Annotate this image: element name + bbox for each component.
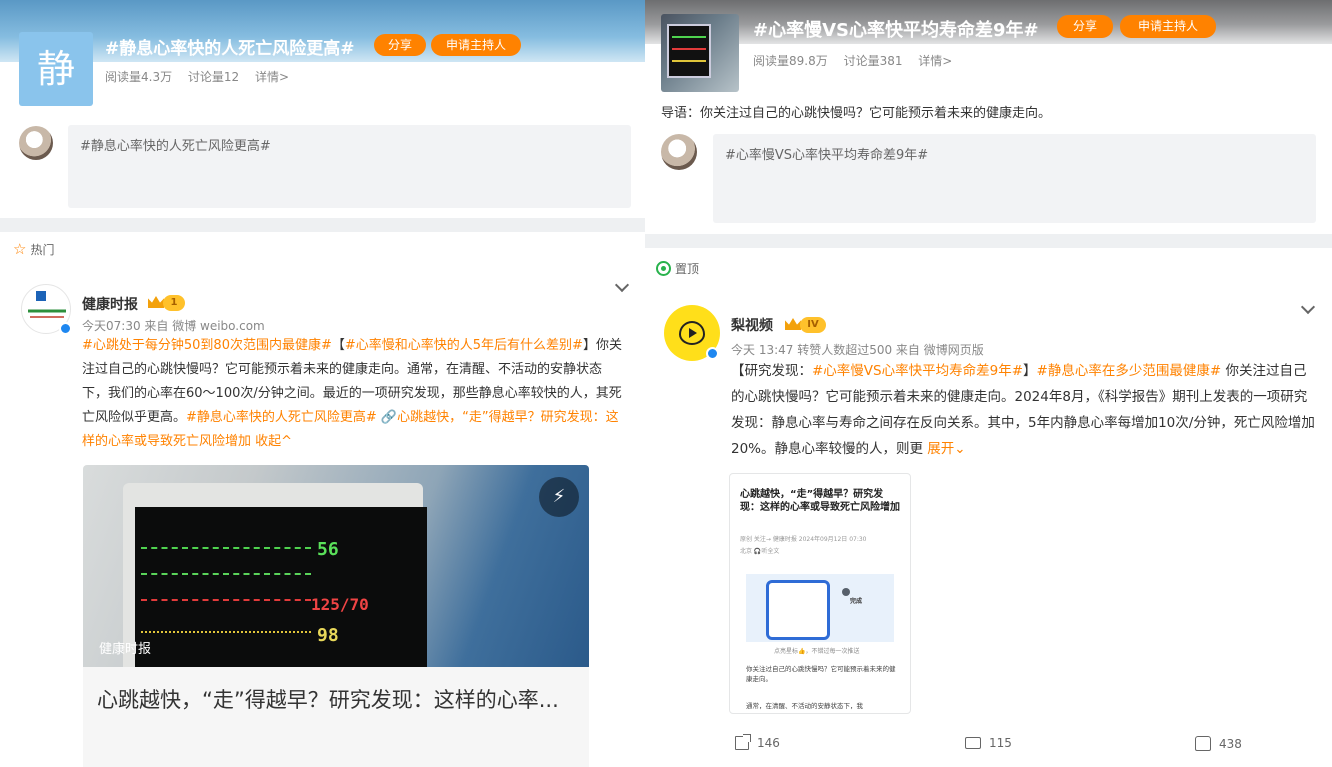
member-level-badge: IV <box>800 317 826 333</box>
chevron-down-icon[interactable] <box>614 277 630 293</box>
apply-host-button[interactable]: 申请主持人 <box>1120 15 1216 38</box>
post-meta: 今天07:30 来自 微博 weibo.com <box>82 319 265 333</box>
left-topic-page: 静 #静息心率快的人死亡风险更高# 分享 申请主持人 阅读量4.3万 讨论量12… <box>0 0 645 767</box>
topic-link[interactable]: #心率慢VS心率快平均寿命差9年# <box>812 363 1023 379</box>
topic-thumbnail: 静 <box>19 32 93 106</box>
discussion-count: 讨论量381 <box>843 54 903 68</box>
crown-icon <box>148 296 164 308</box>
avatar-dot-icon <box>842 588 850 596</box>
article-card[interactable]: 心跳越快，“走”得越早？研究发现：这样的心率或导致死亡风险增加 原创 关注→ 健… <box>729 473 911 714</box>
video-watermark: 健康时报 <box>99 642 152 657</box>
comment-icon <box>965 737 981 749</box>
my-avatar <box>19 126 53 160</box>
article-done-label: 完成 <box>850 598 863 605</box>
article-title: 心跳越快，“走”得越早？研究发现：这样的心率或导致死亡风险增加 <box>740 489 900 513</box>
share-icon <box>735 734 751 750</box>
user-name[interactable]: 梨视频 <box>731 315 773 335</box>
comment-action[interactable]: 115 <box>965 736 1012 750</box>
verified-badge-icon <box>706 347 719 360</box>
topic-link[interactable]: 展开⌄ <box>927 441 965 457</box>
article-location: 北京 🎧听全文 <box>740 548 780 555</box>
ecg-wave <box>141 573 311 575</box>
monitor-screen <box>135 507 427 667</box>
chevron-down-icon[interactable] <box>1300 299 1316 315</box>
post-text-segment: 】 <box>1023 363 1037 379</box>
read-count: 阅读量4.3万 <box>105 70 173 84</box>
video-caption[interactable]: 心跳越快，“走”得越早？研究发现：这样的心率... <box>83 667 589 767</box>
right-topic-page: #心率慢VS心率快平均寿命差9年# 分享 申请主持人 阅读量89.8万 讨论量3… <box>645 0 1332 767</box>
user-name[interactable]: 健康时报 <box>82 294 138 314</box>
share-action[interactable]: 146 <box>735 734 780 750</box>
article-paragraph: 你关注过自己的心跳快慢吗？它可能预示着未来的健康走向。 <box>746 665 896 683</box>
monitor-readout: 56 <box>317 539 339 560</box>
details-link[interactable]: 详情> <box>918 54 952 68</box>
ecg-wave <box>141 547 311 549</box>
monitor-readout: 125/70 <box>311 595 369 614</box>
member-level-badge: 1 <box>163 295 185 311</box>
comment-count: 115 <box>989 736 1012 750</box>
like-icon <box>1195 736 1211 751</box>
lightning-icon[interactable]: ⚡ <box>539 477 579 517</box>
article-image: 完成 <box>746 574 894 642</box>
monitor-screen <box>667 24 711 78</box>
compose-box[interactable]: #静息心率快的人死亡风险更高# <box>68 125 631 208</box>
details-link[interactable]: 详情> <box>255 70 289 84</box>
apply-host-button[interactable]: 申请主持人 <box>431 34 521 56</box>
topic-stats: 阅读量89.8万 讨论量381 详情> <box>753 52 964 69</box>
read-count: 阅读量89.8万 <box>753 54 828 68</box>
pin-icon <box>656 261 671 276</box>
my-avatar <box>661 134 697 170</box>
topic-intro: 导语：你关注过自己的心跳快慢吗？它可能预示着未来的健康走向。 <box>661 106 1052 121</box>
post-text: #心跳处于每分钟50到80次范围内最健康#【#心率慢和心率快的人5年后有什么差别… <box>82 334 627 454</box>
verified-badge-icon <box>59 322 72 335</box>
topic-title: #静息心率快的人死亡风险更高# <box>105 39 355 59</box>
like-count: 438 <box>1219 736 1242 751</box>
discussion-count: 讨论量12 <box>187 70 240 84</box>
star-icon: ☆ <box>13 240 27 258</box>
topic-stats: 阅读量4.3万 讨论量12 详情> <box>105 68 301 85</box>
topic-link[interactable]: #心跳处于每分钟50到80次范围内最健康# <box>82 338 332 353</box>
share-button[interactable]: 分享 <box>1057 15 1113 38</box>
topic-title: #心率慢VS心率快平均寿命差9年# <box>753 20 1039 41</box>
post-text-segment: 【研究发现： <box>731 363 812 379</box>
pear-video-logo-icon <box>679 321 705 345</box>
phone-icon <box>766 580 830 640</box>
article-paragraph: 通常，在清醒、不活动的安静状态下，我 <box>746 702 863 710</box>
crown-icon <box>785 318 801 330</box>
like-action[interactable]: 438 <box>1195 736 1242 751</box>
video-thumbnail[interactable]: 56 125/70 98 ⚡ 健康时报 <box>83 465 589 667</box>
hot-section-label: ☆ 热门 <box>13 240 55 258</box>
share-count: 146 <box>757 736 780 750</box>
compose-box[interactable]: #心率慢VS心率快平均寿命差9年# <box>713 134 1316 223</box>
post-text-segment: 【 <box>331 338 345 353</box>
post-meta: 今天 13:47 转赞人数超过500 来自 微博网页版 <box>731 343 984 357</box>
topic-thumbnail <box>661 14 739 92</box>
ecg-wave <box>141 599 311 601</box>
pinned-section-label: 置顶 <box>656 260 699 277</box>
post-text: 【研究发现：#心率慢VS心率快平均寿命差9年#】#静息心率在多少范围最健康# 你… <box>731 358 1317 462</box>
monitor-readout: 98 <box>317 625 339 646</box>
section-divider <box>0 218 645 232</box>
section-divider <box>645 234 1332 248</box>
topic-link[interactable]: #心率慢和心率快的人5年后有什么差别# <box>345 338 583 353</box>
topic-link[interactable]: #静息心率在多少范围最健康# <box>1037 363 1222 379</box>
article-meta: 原创 关注→ 健康时报 2024年09月12日 07:30 <box>740 536 867 543</box>
article-caption: 点亮星标👍，不错过每一次推送 <box>774 648 860 655</box>
ecg-wave <box>141 631 311 633</box>
share-button[interactable]: 分享 <box>374 34 426 56</box>
